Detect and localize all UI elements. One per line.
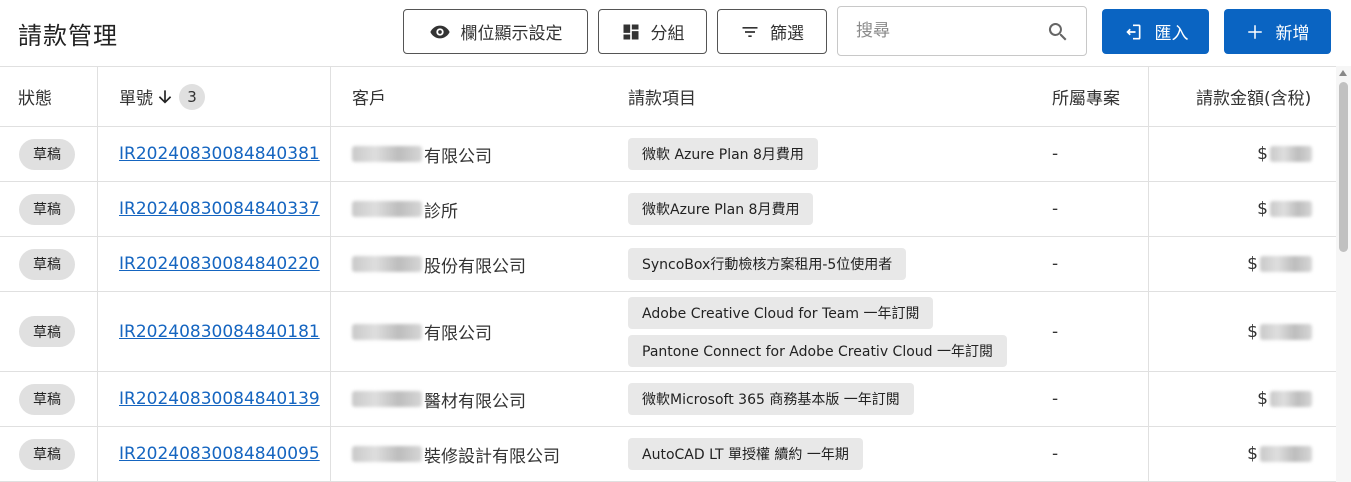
customer-cell: 有限公司 — [352, 292, 492, 371]
header-status[interactable]: 狀態 — [18, 67, 52, 126]
item-chip: 微軟Azure Plan 8月費用 — [628, 193, 814, 225]
amount-cell: $ — [1148, 254, 1336, 274]
table-row[interactable]: 草稿 IR20240830084840381 有限公司 微軟 Azure Pla… — [0, 127, 1336, 182]
group-button[interactable]: 分組 — [598, 9, 707, 54]
amount-cell: $ — [1148, 444, 1336, 464]
table-row[interactable]: 草稿 IR20240830084840220 股份有限公司 SyncoBox行動… — [0, 237, 1336, 292]
table-row[interactable]: 草稿 IR20240830084840181 有限公司 Adobe Creati… — [0, 292, 1336, 372]
table-header: 狀態 單號 3 客戶 請款項目 所屬專案 請款金額(含稅) — [0, 66, 1336, 127]
page-title: 請款管理 — [18, 22, 118, 50]
project-cell: - — [1052, 389, 1059, 409]
invoice-table: 狀態 單號 3 客戶 請款項目 所屬專案 請款金額(含稅) 草稿 IR20240… — [0, 66, 1336, 482]
invoice-number-link[interactable]: IR20240830084840381 — [119, 144, 320, 164]
filter-label: 篩選 — [770, 24, 804, 44]
project-cell: - — [1052, 144, 1059, 164]
eye-icon — [429, 25, 450, 38]
item-chip: AutoCAD LT 單授權 續約 一年期 — [628, 438, 863, 470]
item-chip: Pantone Connect for Adobe Creativ Cloud … — [628, 334, 1007, 367]
customer-cell: 診所 — [352, 182, 458, 236]
status-chip: 草稿 — [19, 248, 75, 280]
invoice-number-link[interactable]: IR20240830084840220 — [119, 254, 320, 274]
table-row[interactable]: 草稿 IR20240830084840337 診所 微軟Azure Plan 8… — [0, 182, 1336, 237]
item-chip: 微軟 Azure Plan 8月費用 — [628, 138, 818, 170]
import-icon — [1125, 24, 1140, 39]
status-chip: 草稿 — [19, 316, 75, 347]
header-customer[interactable]: 客戶 — [352, 67, 386, 126]
invoice-number-link[interactable]: IR20240830084840181 — [119, 322, 320, 342]
import-button[interactable]: 匯入 — [1102, 9, 1209, 54]
add-button[interactable]: 新增 — [1224, 9, 1331, 54]
vertical-scrollbar[interactable] — [1336, 66, 1351, 482]
search-input[interactable] — [856, 19, 1046, 43]
group-label: 分組 — [650, 24, 685, 44]
customer-cell: 醫材有限公司 — [352, 372, 526, 426]
header-number[interactable]: 單號 3 — [119, 67, 205, 126]
table-row[interactable]: 草稿 IR20240830084840095 裝修設計有限公司 AutoCAD … — [0, 427, 1336, 482]
filter-icon — [742, 26, 758, 37]
plus-icon — [1247, 24, 1262, 39]
amount-cell: $ — [1148, 144, 1336, 164]
sort-count-badge: 3 — [179, 83, 205, 110]
amount-cell: $ — [1148, 322, 1336, 342]
scroll-thumb[interactable] — [1339, 82, 1348, 252]
invoice-number-link[interactable]: IR20240830084840139 — [119, 389, 320, 409]
status-chip: 草稿 — [19, 383, 75, 415]
table-row[interactable]: 草稿 IR20240830084840139 醫材有限公司 微軟Microsof… — [0, 372, 1336, 427]
header-amount[interactable]: 請款金額(含稅) — [1196, 67, 1311, 126]
amount-cell: $ — [1148, 389, 1336, 409]
add-label: 新增 — [1275, 24, 1310, 44]
item-chip: Adobe Creative Cloud for Team 一年訂閱 — [628, 296, 934, 329]
import-label: 匯入 — [1154, 24, 1189, 44]
customer-cell: 有限公司 — [352, 127, 492, 181]
filter-button[interactable]: 篩選 — [717, 9, 827, 54]
arrow-down-icon — [158, 89, 172, 103]
item-chip: SyncoBox行動檢核方案租用-5位使用者 — [628, 248, 907, 280]
header-items[interactable]: 請款項目 — [628, 67, 696, 126]
customer-cell: 裝修設計有限公司 — [352, 427, 560, 481]
scroll-up-arrow-icon[interactable] — [1339, 70, 1347, 76]
header-number-label: 單號 — [119, 89, 153, 109]
column-settings-label: 欄位顯示設定 — [460, 24, 563, 44]
toolbar: 請款管理 欄位顯示設定 分組 篩選 匯入 新增 — [0, 0, 1351, 66]
invoice-number-link[interactable]: IR20240830084840337 — [119, 199, 320, 219]
amount-cell: $ — [1148, 199, 1336, 219]
column-settings-button[interactable]: 欄位顯示設定 — [403, 9, 588, 54]
invoice-number-link[interactable]: IR20240830084840095 — [119, 444, 320, 464]
item-chip: 微軟Microsoft 365 商務基本版 一年訂閱 — [628, 383, 914, 415]
header-project[interactable]: 所屬專案 — [1052, 67, 1120, 126]
status-chip: 草稿 — [19, 138, 75, 170]
status-chip: 草稿 — [19, 438, 75, 470]
status-chip: 草稿 — [19, 193, 75, 225]
project-cell: - — [1052, 199, 1059, 219]
customer-cell: 股份有限公司 — [352, 237, 526, 291]
project-cell: - — [1052, 444, 1059, 464]
project-cell: - — [1052, 254, 1059, 274]
search-box[interactable] — [837, 6, 1087, 56]
dashboard-icon — [623, 24, 638, 39]
search-icon[interactable] — [1046, 20, 1070, 44]
project-cell: - — [1052, 321, 1059, 342]
